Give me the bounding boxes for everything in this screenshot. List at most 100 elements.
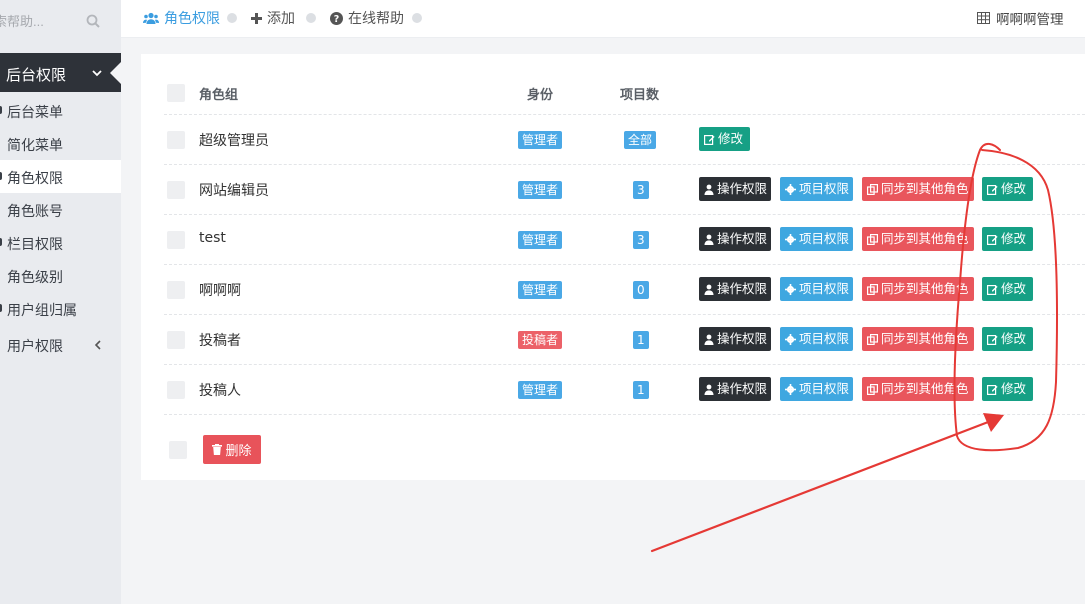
- edit-button[interactable]: 修改: [982, 377, 1033, 401]
- sidebar-item-role-accounts[interactable]: 角色账号: [0, 193, 121, 226]
- help-label: 在线帮助: [348, 11, 404, 27]
- count-badge: 3: [633, 231, 649, 249]
- plus-icon: [251, 12, 262, 24]
- button-label: 操作权限: [717, 381, 768, 396]
- row-divider: [164, 364, 1085, 365]
- sidebar-item-simplified-menu[interactable]: 简化菜单: [0, 127, 121, 160]
- bullet-icon: [0, 106, 2, 114]
- project-permission-button[interactable]: 项目权限: [780, 277, 853, 301]
- row-divider: [164, 414, 1085, 415]
- operation-permission-button[interactable]: 操作权限: [699, 227, 771, 251]
- row-divider: [164, 164, 1085, 165]
- user-lock-icon: [704, 184, 714, 195]
- count-badge: 1: [633, 381, 649, 399]
- sidebar-group-backend-permissions[interactable]: 后台权限: [0, 53, 121, 92]
- sidebar-item-role-levels[interactable]: 角色级别: [0, 259, 121, 292]
- sync-to-other-roles-button[interactable]: 同步到其他角色: [862, 227, 974, 251]
- sync-to-other-roles-button[interactable]: 同步到其他角色: [862, 327, 974, 351]
- gear-icon: [785, 283, 796, 295]
- identity-badge: 管理者: [518, 281, 563, 299]
- sidebar-item-label: 后台菜单: [7, 105, 63, 121]
- role-name: 超级管理员: [199, 133, 269, 149]
- edit-button[interactable]: 修改: [982, 327, 1033, 351]
- sidebar-item-backend-menu[interactable]: 后台菜单: [0, 94, 121, 127]
- copy-icon: [867, 183, 878, 195]
- operation-permission-button[interactable]: 操作权限: [699, 277, 771, 301]
- sidebar-item-label: 角色账号: [7, 204, 63, 220]
- footer-select-all-checkbox[interactable]: [169, 441, 187, 459]
- edit-icon: [987, 234, 998, 245]
- project-permission-button[interactable]: 项目权限: [780, 327, 853, 351]
- sync-to-other-roles-button[interactable]: 同步到其他角色: [862, 177, 974, 201]
- sidebar-item-user-group[interactable]: 用户组归属: [0, 292, 121, 325]
- edit-icon: [987, 334, 998, 345]
- separator-dot: [306, 13, 316, 23]
- button-label: 操作权限: [717, 181, 768, 196]
- user-lock-icon: [704, 234, 714, 245]
- row-checkbox[interactable]: [167, 281, 185, 299]
- button-label: 修改: [1001, 181, 1027, 196]
- identity-badge: 管理者: [518, 131, 563, 149]
- copy-icon: [867, 283, 878, 295]
- role-name: 投稿人: [199, 383, 241, 399]
- svg-text:?: ?: [334, 14, 340, 25]
- add-link[interactable]: 添加: [251, 8, 295, 28]
- identity-badge: 管理者: [518, 181, 563, 199]
- edit-button[interactable]: 修改: [982, 177, 1033, 201]
- edit-button[interactable]: 修改: [699, 127, 750, 151]
- gear-icon: [785, 233, 796, 245]
- edit-button[interactable]: 修改: [982, 277, 1033, 301]
- user-lock-icon: [704, 284, 714, 295]
- count-badge: 0: [633, 281, 649, 299]
- bullet-icon: [0, 304, 2, 312]
- row-checkbox[interactable]: [167, 231, 185, 249]
- row-checkbox[interactable]: [167, 181, 185, 199]
- separator-dot: [412, 13, 422, 23]
- manage-link[interactable]: 啊啊啊管理: [977, 8, 1064, 28]
- search-icon[interactable]: [86, 14, 100, 32]
- button-label: 修改: [1001, 231, 1027, 246]
- row-checkbox[interactable]: [167, 331, 185, 349]
- online-help-link[interactable]: ? 在线帮助: [330, 8, 404, 28]
- row-checkbox[interactable]: [167, 131, 185, 149]
- row-checkbox[interactable]: [167, 381, 185, 399]
- top-bar: 角色权限 添加 ? 在线帮助: [121, 0, 1085, 38]
- column-header-identity: 身份: [527, 88, 554, 103]
- sidebar-item-role-permissions[interactable]: 角色权限: [0, 160, 121, 193]
- count-badge: 全部: [624, 131, 657, 149]
- operation-permission-button[interactable]: 操作权限: [699, 177, 771, 201]
- button-label: 同步到其他角色: [881, 331, 969, 346]
- button-label: 修改: [1001, 381, 1027, 396]
- role-name: test: [199, 230, 226, 246]
- project-permission-button[interactable]: 项目权限: [780, 177, 853, 201]
- button-label: 同步到其他角色: [881, 381, 969, 396]
- role-name: 投稿者: [199, 333, 241, 349]
- sidebar-search: [0, 6, 108, 36]
- sidebar-group-label: 后台权限: [6, 66, 67, 84]
- tab-role-permissions[interactable]: 角色权限: [143, 8, 220, 28]
- project-permission-button[interactable]: 项目权限: [780, 227, 853, 251]
- sync-to-other-roles-button[interactable]: 同步到其他角色: [862, 277, 974, 301]
- edit-button[interactable]: 修改: [982, 227, 1033, 251]
- table-icon: [977, 12, 990, 24]
- operation-permission-button[interactable]: 操作权限: [699, 327, 771, 351]
- sidebar-item-label: 角色权限: [7, 171, 63, 187]
- project-permission-button[interactable]: 项目权限: [780, 377, 853, 401]
- gear-icon: [785, 333, 796, 345]
- sidebar-item-label: 栏目权限: [7, 237, 63, 253]
- roles-panel: [141, 54, 1085, 480]
- select-all-checkbox[interactable]: [167, 84, 185, 102]
- operation-permission-button[interactable]: 操作权限: [699, 377, 771, 401]
- column-header-role-group: 角色组: [199, 88, 239, 103]
- sidebar-item-user-permissions[interactable]: 用户权限: [0, 328, 121, 361]
- chevron-down-icon: [91, 65, 103, 83]
- button-label: 项目权限: [799, 281, 850, 296]
- copy-icon: [867, 233, 878, 245]
- sync-to-other-roles-button[interactable]: 同步到其他角色: [862, 377, 974, 401]
- sidebar-item-column-permissions[interactable]: 栏目权限: [0, 226, 121, 259]
- row-divider: [164, 114, 1085, 115]
- delete-button[interactable]: 删除: [203, 435, 261, 464]
- edit-label: 修改: [718, 131, 744, 146]
- tab-label: 角色权限: [164, 11, 220, 27]
- question-circle-icon: ?: [330, 11, 343, 25]
